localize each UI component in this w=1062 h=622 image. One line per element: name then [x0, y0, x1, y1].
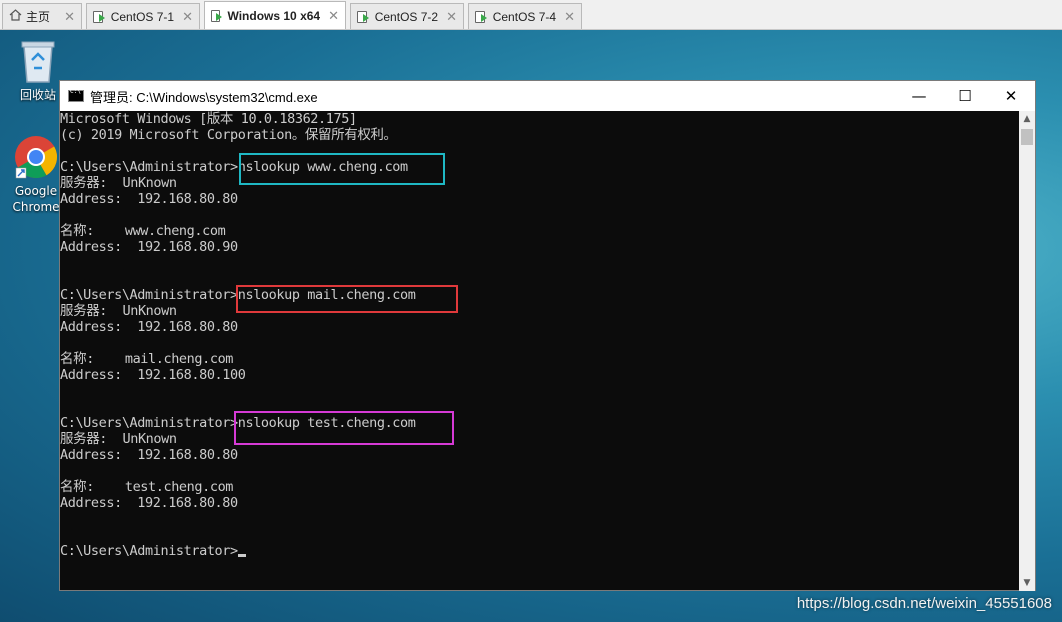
- vm-tab-bar: 主页 ✕ CentOS 7-1 ✕ Windows 10 x64 ✕ CentO…: [0, 0, 1062, 30]
- desktop-icon-chrome[interactable]: Google Chrome: [12, 134, 60, 215]
- console-line: Address: 192.168.80.100: [60, 367, 246, 383]
- text-cursor: [237, 554, 246, 557]
- console-line: Address: 192.168.80.80: [60, 495, 238, 511]
- cmd-icon: [68, 88, 84, 102]
- close-icon[interactable]: ✕: [328, 8, 339, 24]
- window-titlebar[interactable]: 管理员: C:\Windows\system32\cmd.exe — ☐ ✕: [60, 81, 1035, 111]
- watermark-text: https://blog.csdn.net/weixin_45551608: [796, 595, 1052, 612]
- tab-centos-7-1[interactable]: CentOS 7-1 ✕: [86, 3, 200, 29]
- window-title: 管理员: C:\Windows\system32\cmd.exe: [90, 89, 318, 105]
- scroll-up-icon[interactable]: ▲: [1019, 111, 1035, 127]
- recycle-bin-icon: [21, 41, 55, 83]
- console-line: Address: 192.168.80.80: [60, 191, 238, 207]
- tab-label: CentOS 7-4: [492, 9, 557, 24]
- close-button[interactable]: ✕: [988, 81, 1034, 111]
- tab-label: 主页: [26, 10, 51, 24]
- vertical-scrollbar[interactable]: ▲ ▼: [1019, 111, 1035, 591]
- home-icon: [9, 9, 22, 24]
- tab-home[interactable]: 主页 ✕: [2, 3, 82, 29]
- console-line: 服务器: UnKnown: [60, 431, 177, 447]
- close-icon[interactable]: ✕: [182, 9, 193, 25]
- console-line: Address: 192.168.80.80: [60, 447, 238, 463]
- console-line: 服务器: UnKnown: [60, 303, 177, 319]
- desktop-icon-recycle-bin[interactable]: 回收站: [14, 38, 62, 103]
- tab-centos-7-2[interactable]: CentOS 7-2 ✕: [350, 3, 464, 29]
- console-line: Address: 192.168.80.80: [60, 319, 238, 335]
- console-prompt: C:\Users\Administrator>: [60, 543, 238, 559]
- desktop-icon-label: 回收站: [19, 88, 56, 102]
- minimize-button[interactable]: —: [896, 81, 942, 111]
- console-line: C:\Users\Administrator>nslookup test.che…: [60, 415, 416, 431]
- console-line: Microsoft Windows [版本 10.0.18362.175]: [60, 111, 357, 127]
- console-line: Address: 192.168.80.90: [60, 239, 238, 255]
- tab-windows-10-x64[interactable]: Windows 10 x64 ✕: [204, 1, 346, 29]
- close-icon[interactable]: ✕: [64, 9, 75, 25]
- tab-label: Windows 10 x64: [227, 8, 321, 23]
- scrollbar-thumb[interactable]: [1021, 129, 1033, 145]
- console-prompt-line: C:\Users\Administrator>: [60, 543, 1020, 559]
- cmd-window[interactable]: 管理员: C:\Windows\system32\cmd.exe — ☐ ✕ M…: [59, 80, 1036, 591]
- console-line: (c) 2019 Microsoft Corporation。保留所有权利。: [60, 127, 397, 143]
- vm-icon: [357, 10, 369, 23]
- console-line: 名称: test.cheng.com: [60, 479, 234, 495]
- console-line: C:\Users\Administrator>nslookup www.chen…: [60, 159, 408, 175]
- close-icon[interactable]: ✕: [446, 9, 457, 25]
- tab-label: CentOS 7-1: [110, 9, 175, 24]
- scroll-down-icon[interactable]: ▼: [1019, 575, 1035, 591]
- chrome-icon: [15, 136, 58, 179]
- maximize-button[interactable]: ☐: [942, 81, 988, 111]
- vm-icon: [93, 10, 105, 23]
- console-line: C:\Users\Administrator>nslookup mail.che…: [60, 287, 416, 303]
- console-line: 服务器: UnKnown: [60, 175, 177, 191]
- desktop-icon-label: Chrome: [12, 200, 60, 214]
- console-output[interactable]: Microsoft Windows [版本 10.0.18362.175] (c…: [60, 111, 1020, 591]
- tab-label: CentOS 7-2: [374, 9, 439, 24]
- console-line: 名称: www.cheng.com: [60, 223, 226, 239]
- vm-icon: [211, 9, 221, 22]
- vm-icon: [475, 10, 487, 23]
- close-icon[interactable]: ✕: [564, 9, 575, 25]
- console-line: 名称: mail.cheng.com: [60, 351, 234, 367]
- tab-centos-7-4[interactable]: CentOS 7-4 ✕: [468, 3, 582, 29]
- desktop-icon-label: Google: [14, 184, 58, 198]
